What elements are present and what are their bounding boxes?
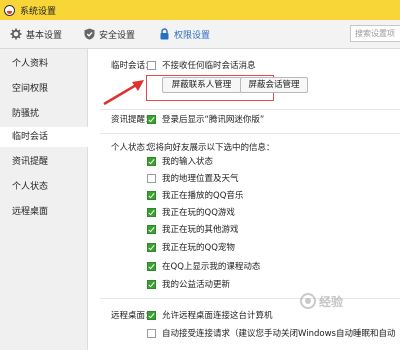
checkbox-box	[147, 190, 156, 200]
watermark-logo-icon	[300, 293, 316, 309]
status-option-qq-music[interactable]: 我正在播放的QQ音乐	[147, 189, 243, 201]
checkbox-box	[147, 279, 156, 289]
checkbox-box	[147, 328, 156, 338]
status-option-qq-pet[interactable]: 我正在玩的QQ宠物	[147, 241, 235, 253]
checkbox-label: 我的公益活动更新	[162, 280, 231, 290]
gear-icon	[10, 28, 22, 40]
mini-news-checkbox[interactable]: 登录后显示“腾讯网迷你版”	[147, 113, 264, 125]
search-input[interactable]: 搜索设置项	[350, 25, 400, 42]
checkbox-box	[147, 60, 156, 70]
checkbox-label: 我的地理位置及天气	[162, 174, 239, 184]
settings-toolbar: 基本设置 安全设置 权限设置 搜索设置项	[0, 20, 400, 49]
shield-sessions-button[interactable]: 屏蔽会话管理	[240, 77, 308, 93]
status-option-location-weather[interactable]: 我的地理位置及天气	[147, 172, 239, 184]
status-option-qq-game[interactable]: 我正在玩的QQ游戏	[147, 206, 235, 218]
shield-contacts-button[interactable]: 屏蔽联系人管理	[162, 77, 241, 93]
divider	[100, 109, 400, 110]
shield-icon	[84, 28, 95, 40]
sidebar-item-anti-harassment[interactable]: 防骚扰	[0, 104, 87, 124]
no-receive-temp-session-checkbox[interactable]: 不接收任何临时会话消息	[147, 59, 256, 71]
sidebar: 个人资料 空间权限 防骚扰 临时会话 资讯提醒 个人状态 远程桌面	[0, 49, 88, 350]
tab-security-settings[interactable]: 安全设置	[84, 20, 135, 48]
qq-logo-icon	[4, 4, 15, 16]
checkbox-label: 在QQ上显示我的课程动态	[162, 262, 261, 272]
checkbox-box	[147, 310, 156, 320]
allow-remote-desktop-checkbox[interactable]: 允许远程桌面连接这台计算机	[147, 309, 273, 321]
checkbox-box	[147, 242, 156, 252]
checkbox-box	[147, 224, 156, 234]
sidebar-item-space-permission[interactable]: 空间权限	[0, 79, 87, 99]
lock-icon	[159, 28, 170, 40]
status-option-course-activity[interactable]: 在QQ上显示我的课程动态	[147, 260, 260, 272]
checkbox-label: 我正在玩的QQ宠物	[162, 243, 235, 253]
auto-accept-connection-checkbox[interactable]: 自动接受连接请求（建议您手动关闭Windows自动睡眠和自动	[147, 327, 399, 339]
checkbox-label: 登录后显示“腾讯网迷你版”	[162, 115, 265, 125]
status-option-input-state[interactable]: 我的输入状态	[147, 155, 213, 167]
checkbox-label: 我正在玩的QQ游戏	[162, 208, 235, 218]
checkbox-label: 我的输入状态	[162, 157, 214, 167]
checkbox-box	[147, 156, 156, 166]
checkbox-label: 允许远程桌面连接这台计算机	[162, 311, 273, 321]
tab-basic-settings[interactable]: 基本设置	[10, 20, 62, 48]
sidebar-item-news-reminder[interactable]: 资讯提醒	[0, 152, 87, 172]
title-bar: 系统设置	[0, 0, 400, 20]
checkbox-label: 不接收任何临时会话消息	[162, 61, 256, 71]
divider	[100, 133, 400, 134]
watermark: 经验	[300, 288, 400, 314]
sidebar-item-temp-session[interactable]: 临时会话	[0, 127, 88, 147]
status-description: 您将向好友展示以下选中的信息：	[147, 143, 275, 153]
status-option-other-game[interactable]: 我正在玩的其他游戏	[147, 223, 239, 235]
sidebar-item-personal-status[interactable]: 个人状态	[0, 177, 87, 197]
sidebar-item-profile[interactable]: 个人资料	[0, 54, 87, 74]
window-title: 系统设置	[20, 6, 57, 17]
checkbox-label: 我正在玩的其他游戏	[162, 225, 239, 235]
watermark-text: 经验	[319, 294, 344, 309]
checkbox-box	[147, 114, 156, 124]
tab-permission-settings-label: 权限设置	[174, 30, 211, 41]
checkbox-box	[147, 261, 156, 271]
tab-permission-settings[interactable]: 权限设置	[159, 20, 210, 48]
checkbox-box	[147, 207, 156, 217]
status-option-charity-update[interactable]: 我的公益活动更新	[147, 278, 230, 290]
checkbox-box	[147, 173, 156, 183]
tab-basic-settings-label: 基本设置	[26, 30, 63, 41]
checkbox-label: 我正在播放的QQ音乐	[162, 191, 244, 201]
tab-security-settings-label: 安全设置	[99, 30, 136, 41]
sidebar-item-remote-desktop[interactable]: 远程桌面	[0, 202, 87, 222]
arrow-icon	[103, 80, 144, 106]
checkbox-label: 自动接受连接请求（建议您手动关闭Windows自动睡眠和自动	[162, 329, 396, 339]
